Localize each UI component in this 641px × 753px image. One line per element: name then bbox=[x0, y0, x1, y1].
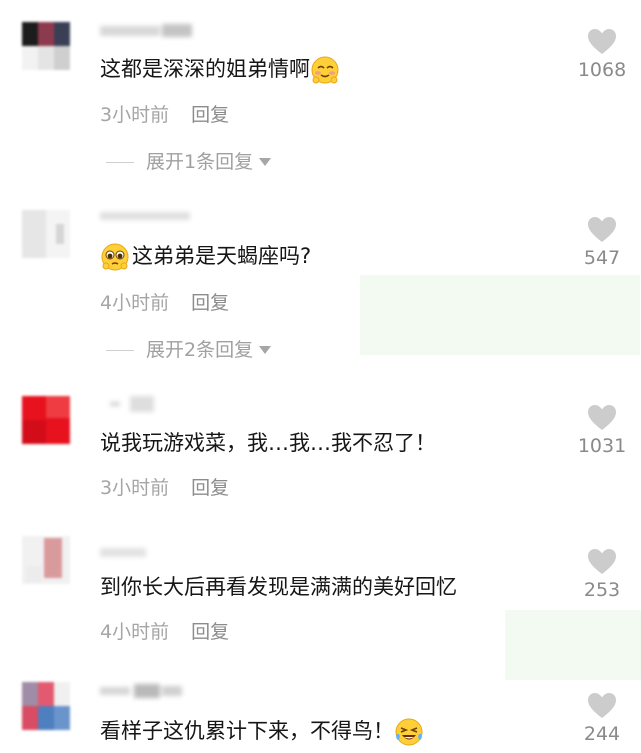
like-button[interactable]: 547 bbox=[574, 216, 630, 269]
expand-replies-button[interactable]: 展开2条回复 bbox=[106, 338, 272, 362]
expand-replies-label: 展开1条回复 bbox=[146, 151, 254, 173]
comment-text-content: 这都是深深的姐弟情啊 bbox=[100, 57, 310, 81]
comment-text-content: 到你长大后再看发现是满满的美好回忆 bbox=[100, 575, 457, 599]
heart-icon bbox=[588, 29, 616, 54]
heart-icon bbox=[588, 693, 616, 718]
divider-line bbox=[106, 161, 134, 163]
comment-text: 说我玩游戏菜，我…我…我不忍了！ bbox=[100, 429, 436, 457]
username-blurred[interactable] bbox=[100, 210, 195, 224]
comment-text: 看样子这仇累计下来，不得鸟！ bbox=[100, 717, 424, 747]
avatar[interactable] bbox=[22, 536, 70, 584]
comment-time: 4小时前 bbox=[100, 292, 170, 314]
comment-text: 到你长大后再看发现是满满的美好回忆 bbox=[100, 573, 457, 601]
heart-icon bbox=[588, 405, 616, 430]
divider-line bbox=[106, 349, 134, 351]
comment-time: 3小时前 bbox=[100, 477, 170, 499]
reply-button[interactable]: 回复 bbox=[191, 477, 229, 499]
avatar[interactable] bbox=[22, 396, 70, 444]
like-button[interactable]: 1031 bbox=[574, 404, 630, 457]
heart-icon bbox=[588, 549, 616, 574]
avatar[interactable] bbox=[22, 22, 70, 70]
like-button[interactable]: 1068 bbox=[574, 28, 630, 81]
expand-replies-button[interactable]: 展开1条回复 bbox=[106, 150, 272, 174]
shy-smile-emoji-icon bbox=[311, 56, 339, 84]
comment-meta: 3小时前 回复 bbox=[100, 103, 229, 127]
expand-replies-label: 展开2条回复 bbox=[146, 339, 254, 361]
pleading-face-emoji-icon bbox=[101, 243, 129, 271]
caret-down-icon bbox=[259, 158, 272, 166]
comment-time: 3小时前 bbox=[100, 104, 170, 126]
comment-meta: 4小时前 回复 bbox=[100, 620, 229, 644]
like-count: 1068 bbox=[577, 59, 627, 81]
avatar[interactable] bbox=[22, 682, 70, 730]
username-blurred[interactable] bbox=[100, 684, 195, 698]
comment-text-content: 看样子这仇累计下来，不得鸟！ bbox=[100, 719, 394, 743]
username-blurred[interactable] bbox=[100, 24, 195, 38]
comment-text: 这弟弟是天蝎座吗? bbox=[100, 242, 311, 272]
avatar[interactable] bbox=[22, 210, 70, 258]
comment-text-content: 说我玩游戏菜，我…我…我不忍了！ bbox=[100, 431, 436, 455]
like-count: 244 bbox=[583, 723, 621, 745]
background-tint bbox=[360, 275, 640, 355]
comment-text: 这都是深深的姐弟情啊 bbox=[100, 55, 340, 85]
like-button[interactable]: 244 bbox=[574, 692, 630, 745]
like-button[interactable]: 253 bbox=[574, 548, 630, 601]
comment-time: 4小时前 bbox=[100, 621, 170, 643]
comment-text-content: 这弟弟是天蝎座吗? bbox=[132, 244, 312, 268]
like-count: 1031 bbox=[577, 435, 627, 457]
heart-icon bbox=[588, 217, 616, 242]
comment-meta: 3小时前 回复 bbox=[100, 476, 229, 500]
background-tint bbox=[505, 610, 641, 680]
comment-meta: 4小时前 回复 bbox=[100, 291, 229, 315]
like-count: 253 bbox=[583, 579, 621, 601]
caret-down-icon bbox=[259, 346, 272, 354]
like-count: 547 bbox=[583, 247, 621, 269]
reply-button[interactable]: 回复 bbox=[191, 621, 229, 643]
username-blurred[interactable] bbox=[100, 546, 195, 560]
reply-button[interactable]: 回复 bbox=[191, 104, 229, 126]
laughing-tears-emoji-icon bbox=[395, 718, 423, 746]
reply-button[interactable]: 回复 bbox=[191, 292, 229, 314]
username-blurred[interactable] bbox=[100, 396, 195, 412]
